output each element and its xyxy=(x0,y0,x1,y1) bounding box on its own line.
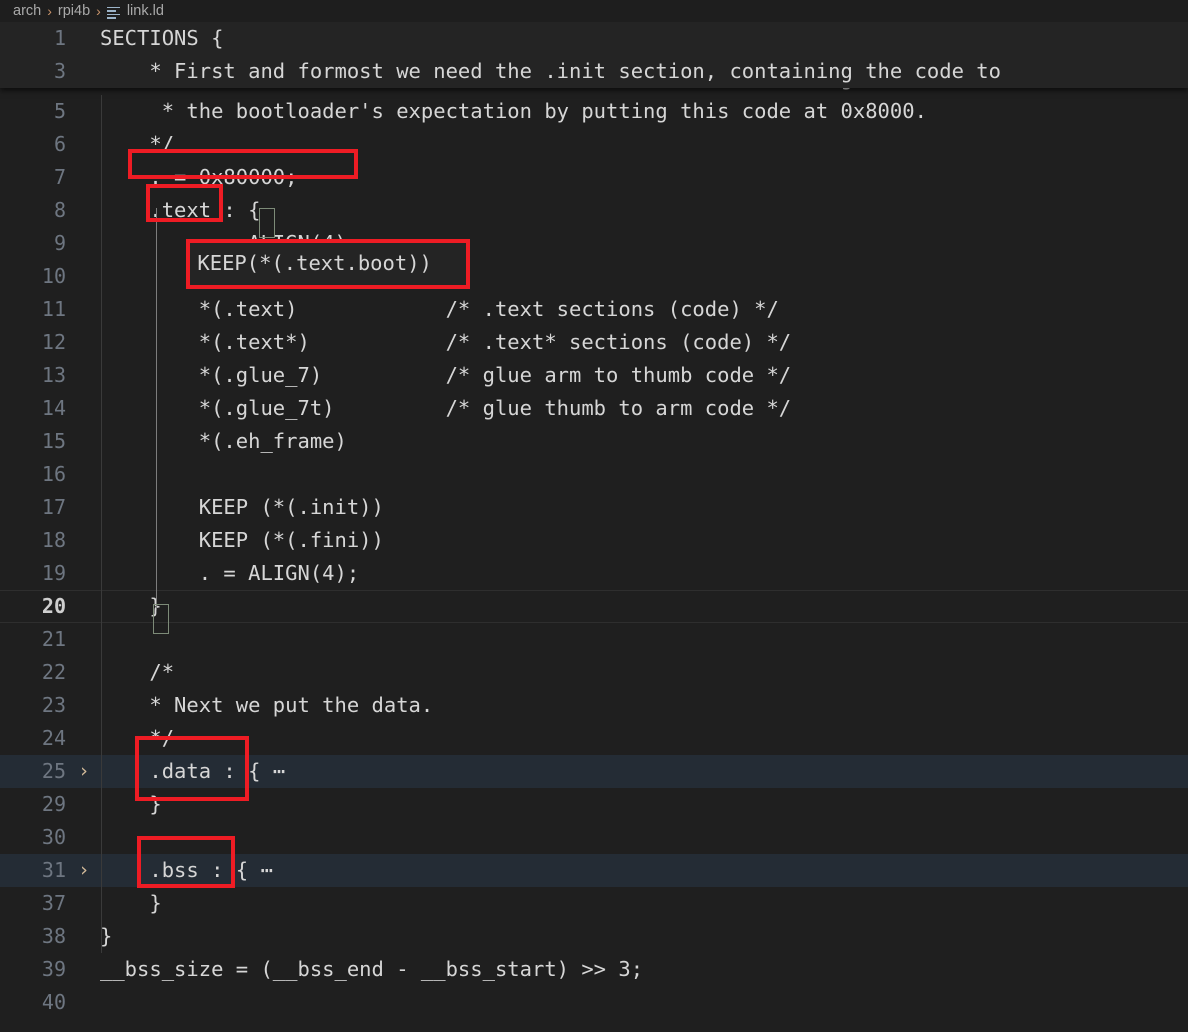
line-number: 14 xyxy=(41,396,66,420)
code-line-11[interactable]: 11 *(.text) /* .text sections (code) */ xyxy=(0,293,1188,326)
line-number: 25 xyxy=(41,759,66,783)
line-number: 40 xyxy=(41,990,66,1014)
sticky-code-text: * First and formost we need the .init se… xyxy=(100,59,1001,83)
code-line-7[interactable]: 7 . = 0x80000; xyxy=(0,161,1188,194)
code-line-17[interactable]: 17 KEEP (*(.init)) xyxy=(0,491,1188,524)
line-number: 16 xyxy=(41,462,66,486)
code-line-25[interactable]: 25 › .data : { ⋯ xyxy=(0,755,1188,788)
code-line-39[interactable]: 39 __bss_size = (__bss_end - __bss_start)… xyxy=(0,953,1188,986)
breadcrumb-item-file[interactable]: link.ld xyxy=(127,3,164,19)
code-text: .bss : { ⋯ xyxy=(100,858,273,882)
code-text: *(.text*) /* .text* sections (code) */ xyxy=(100,330,792,354)
code-text: *(.eh_frame) xyxy=(100,429,347,453)
indent-guide-level-0 xyxy=(101,95,102,953)
code-text: .data : { ⋯ xyxy=(100,759,286,783)
code-line-29[interactable]: 29 } xyxy=(0,788,1188,821)
code-line-37[interactable]: 37 } xyxy=(0,887,1188,920)
code-text: __bss_size = (__bss_end - __bss_start) >… xyxy=(100,957,644,981)
line-number: 13 xyxy=(41,363,66,387)
breadcrumb-item-rpi4b[interactable]: rpi4b xyxy=(58,3,90,19)
chevron-right-icon: › xyxy=(47,3,52,19)
sticky-line-1[interactable]: 1 SECTIONS { xyxy=(0,22,1188,55)
code-editor[interactable]: 1 SECTIONS { 3 * First and formost we need… xyxy=(0,22,1188,1032)
line-number: 19 xyxy=(41,561,66,585)
line-number: 39 xyxy=(41,957,66,981)
code-line-18[interactable]: 18 KEEP (*(.fini)) xyxy=(0,524,1188,557)
line-number: 11 xyxy=(41,297,66,321)
code-line-16[interactable]: 16 xyxy=(0,458,1188,491)
line-number: 15 xyxy=(41,429,66,453)
line-number: 18 xyxy=(41,528,66,552)
code-line-19[interactable]: 19 . = ALIGN(4); xyxy=(0,557,1188,590)
code-line-15[interactable]: 15 *(.eh_frame) xyxy=(0,425,1188,458)
code-text: . = 0x80000; xyxy=(100,165,298,189)
line-number: 20 xyxy=(41,594,66,618)
code-text: */ xyxy=(100,132,175,156)
code-line-6[interactable]: 6 */ xyxy=(0,128,1188,161)
code-text: */ xyxy=(100,726,175,750)
code-text: . = ALIGN(4); xyxy=(100,561,360,585)
line-number: 38 xyxy=(41,924,66,948)
line-number: 37 xyxy=(41,891,66,915)
sticky-line-number: 1 xyxy=(53,26,66,50)
fold-chevron-icon[interactable]: › xyxy=(74,755,94,788)
code-line-8[interactable]: 8 .text : { xyxy=(0,194,1188,227)
code-line-40[interactable]: 40 xyxy=(0,986,1188,1019)
code-line-14[interactable]: 14 *(.glue_7t) /* glue thumb to arm code… xyxy=(0,392,1188,425)
code-text: } xyxy=(100,594,162,618)
code-line-13[interactable]: 13 *(.glue_7) /* glue arm to thumb code … xyxy=(0,359,1188,392)
line-number: 7 xyxy=(53,165,66,189)
code-line-22[interactable]: 22 /* xyxy=(0,656,1188,689)
line-number: 30 xyxy=(41,825,66,849)
breadcrumb: arch › rpi4b › link.ld xyxy=(0,0,1188,22)
code-text: /* xyxy=(100,660,175,684)
line-number: 5 xyxy=(53,99,66,123)
anno-keep-text-boot-label: KEEP(*(.text.boot)) xyxy=(197,251,432,275)
code-line-23[interactable]: 23 * Next we put the data. xyxy=(0,689,1188,722)
line-number: 6 xyxy=(53,132,66,156)
code-line-31[interactable]: 31 › .bss : { ⋯ xyxy=(0,854,1188,887)
code-text: * Next we put the data. xyxy=(100,693,434,717)
code-text: KEEP (*(.fini)) xyxy=(100,528,384,552)
line-number: 12 xyxy=(41,330,66,354)
code-text: *(.glue_7t) /* glue thumb to arm code */ xyxy=(100,396,792,420)
sticky-scroll-header[interactable]: 1 SECTIONS { 3 * First and formost we need… xyxy=(0,22,1188,88)
code-line-30[interactable]: 30 xyxy=(0,821,1188,854)
sticky-code-text: SECTIONS { xyxy=(100,26,224,50)
line-number: 22 xyxy=(41,660,66,684)
chevron-right-icon: › xyxy=(96,3,101,19)
code-text: } xyxy=(100,792,162,816)
line-number: 17 xyxy=(41,495,66,519)
code-text: *(.text) /* .text sections (code) */ xyxy=(100,297,779,321)
line-number: 29 xyxy=(41,792,66,816)
code-text: * the bootloader's expectation by puttin… xyxy=(100,99,927,123)
code-line-21[interactable]: 21 xyxy=(0,623,1188,656)
fold-chevron-icon[interactable]: › xyxy=(74,854,94,887)
line-number: 9 xyxy=(53,231,66,255)
code-text: } xyxy=(100,891,162,915)
file-lines-icon xyxy=(106,6,122,19)
line-number: 31 xyxy=(41,858,66,882)
line-number: 8 xyxy=(53,198,66,222)
code-line-5[interactable]: 5 * the bootloader's expectation by putt… xyxy=(0,95,1188,128)
code-line-24[interactable]: 24 */ xyxy=(0,722,1188,755)
line-number: 23 xyxy=(41,693,66,717)
code-text: .text : { xyxy=(100,198,261,222)
line-number: 21 xyxy=(41,627,66,651)
line-number: 10 xyxy=(41,264,66,288)
code-line-20[interactable]: 20 } xyxy=(0,590,1188,623)
active-indent-guide xyxy=(156,208,157,610)
code-line-12[interactable]: 12 *(.text*) /* .text* sections (code) *… xyxy=(0,326,1188,359)
code-line-38[interactable]: 38} xyxy=(0,920,1188,953)
code-text: *(.glue_7) /* glue arm to thumb code */ xyxy=(100,363,792,387)
code-line-10[interactable]: 10 KEEP(*(.text.boot)) xyxy=(0,260,1188,293)
code-text: KEEP (*(.init)) xyxy=(100,495,384,519)
breadcrumb-item-arch[interactable]: arch xyxy=(13,3,41,19)
line-number: 24 xyxy=(41,726,66,750)
sticky-line-number: 3 xyxy=(53,59,66,83)
sticky-line-3[interactable]: 3 * First and formost we need the .init … xyxy=(0,55,1188,88)
code-line-9[interactable]: 9 . = ALIGN(4); xyxy=(0,227,1188,260)
